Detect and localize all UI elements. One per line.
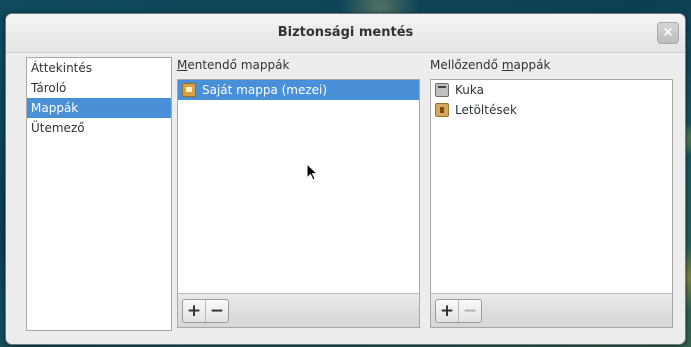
sidebar-item-utemezo[interactable]: Ütemező [27,118,171,138]
title-bar: Biztonsági mentés × [6,14,685,53]
include-folders-list: Saját mappa (mezei) [178,80,419,294]
include-folders-label-text: entendő mappák [187,58,290,72]
downloads-folder-icon [435,103,449,117]
exclude-folders-label-end: appák [513,58,551,72]
add-exclude-folder-button[interactable]: + [436,300,458,322]
include-folders-button-group: + − [182,299,229,323]
exclude-folders-label: Mellőzendő mappák [430,58,550,72]
exclude-folders-button-group: + − [435,299,482,323]
exclude-folders-toolbar: + − [431,293,672,327]
include-folders-label: Mentendő mappák [177,58,289,72]
exclude-folders-label-start: Mellőzendő [430,58,502,72]
add-include-folder-button[interactable]: + [183,300,205,322]
list-item[interactable]: Letöltések [431,100,672,120]
sidebar-item-attekintes[interactable]: Áttekintés [27,58,171,78]
sidebar-item-mappak[interactable]: Mappák [27,98,171,118]
list-item[interactable]: Kuka [431,80,672,100]
window-title: Biztonsági mentés [277,25,414,40]
sidebar-item-tarolo[interactable]: Tároló [27,78,171,98]
home-folder-icon [182,83,196,97]
sidebar: Áttekintés Tároló Mappák Ütemező [26,57,172,331]
trash-icon [435,83,449,97]
mouse-cursor-icon [306,163,319,181]
include-folders-toolbar: + − [178,293,419,327]
list-item-label: Kuka [455,83,484,97]
include-folders-label-mnemonic: M [177,58,188,72]
close-button[interactable]: × [657,22,679,44]
exclude-folders-panel: Kuka Letöltések + − [430,79,673,328]
exclude-folders-label-mnemonic: m [501,58,514,72]
list-item-label: Saját mappa (mezei) [202,83,328,97]
include-folders-panel: Saját mappa (mezei) + − [177,79,420,328]
exclude-folders-list: Kuka Letöltések [431,80,672,294]
list-item[interactable]: Saját mappa (mezei) [178,80,419,100]
list-item-label: Letöltések [455,103,517,117]
remove-exclude-folder-button: − [458,300,481,322]
remove-include-folder-button[interactable]: − [205,300,228,322]
